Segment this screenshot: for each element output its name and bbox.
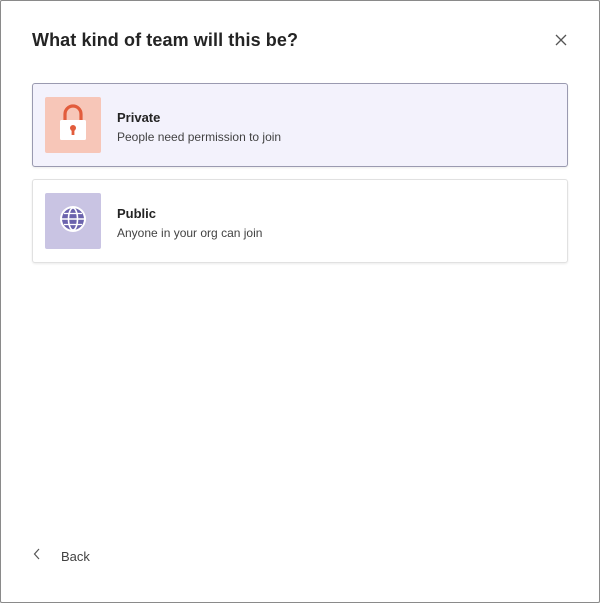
back-button[interactable]: Back (33, 546, 90, 566)
option-private-subtitle: People need permission to join (117, 130, 282, 144)
lock-icon (58, 103, 88, 147)
team-type-dialog: What kind of team will this be? Private … (0, 0, 600, 603)
chevron-left-icon (33, 547, 41, 565)
public-icon-tile (45, 193, 101, 249)
back-label: Back (61, 548, 90, 564)
dialog-title: What kind of team will this be? (32, 30, 299, 50)
option-private[interactable]: Private People need permission to join (32, 83, 568, 167)
option-public-title: Public (117, 206, 157, 221)
option-public-subtitle: Anyone in your org can join (117, 226, 263, 240)
option-private-title: Private (117, 110, 161, 125)
globe-icon (58, 204, 88, 239)
close-icon (555, 33, 567, 51)
option-public[interactable]: Public Anyone in your org can join (32, 179, 568, 263)
close-button[interactable] (551, 32, 571, 52)
private-icon-tile (45, 97, 101, 153)
